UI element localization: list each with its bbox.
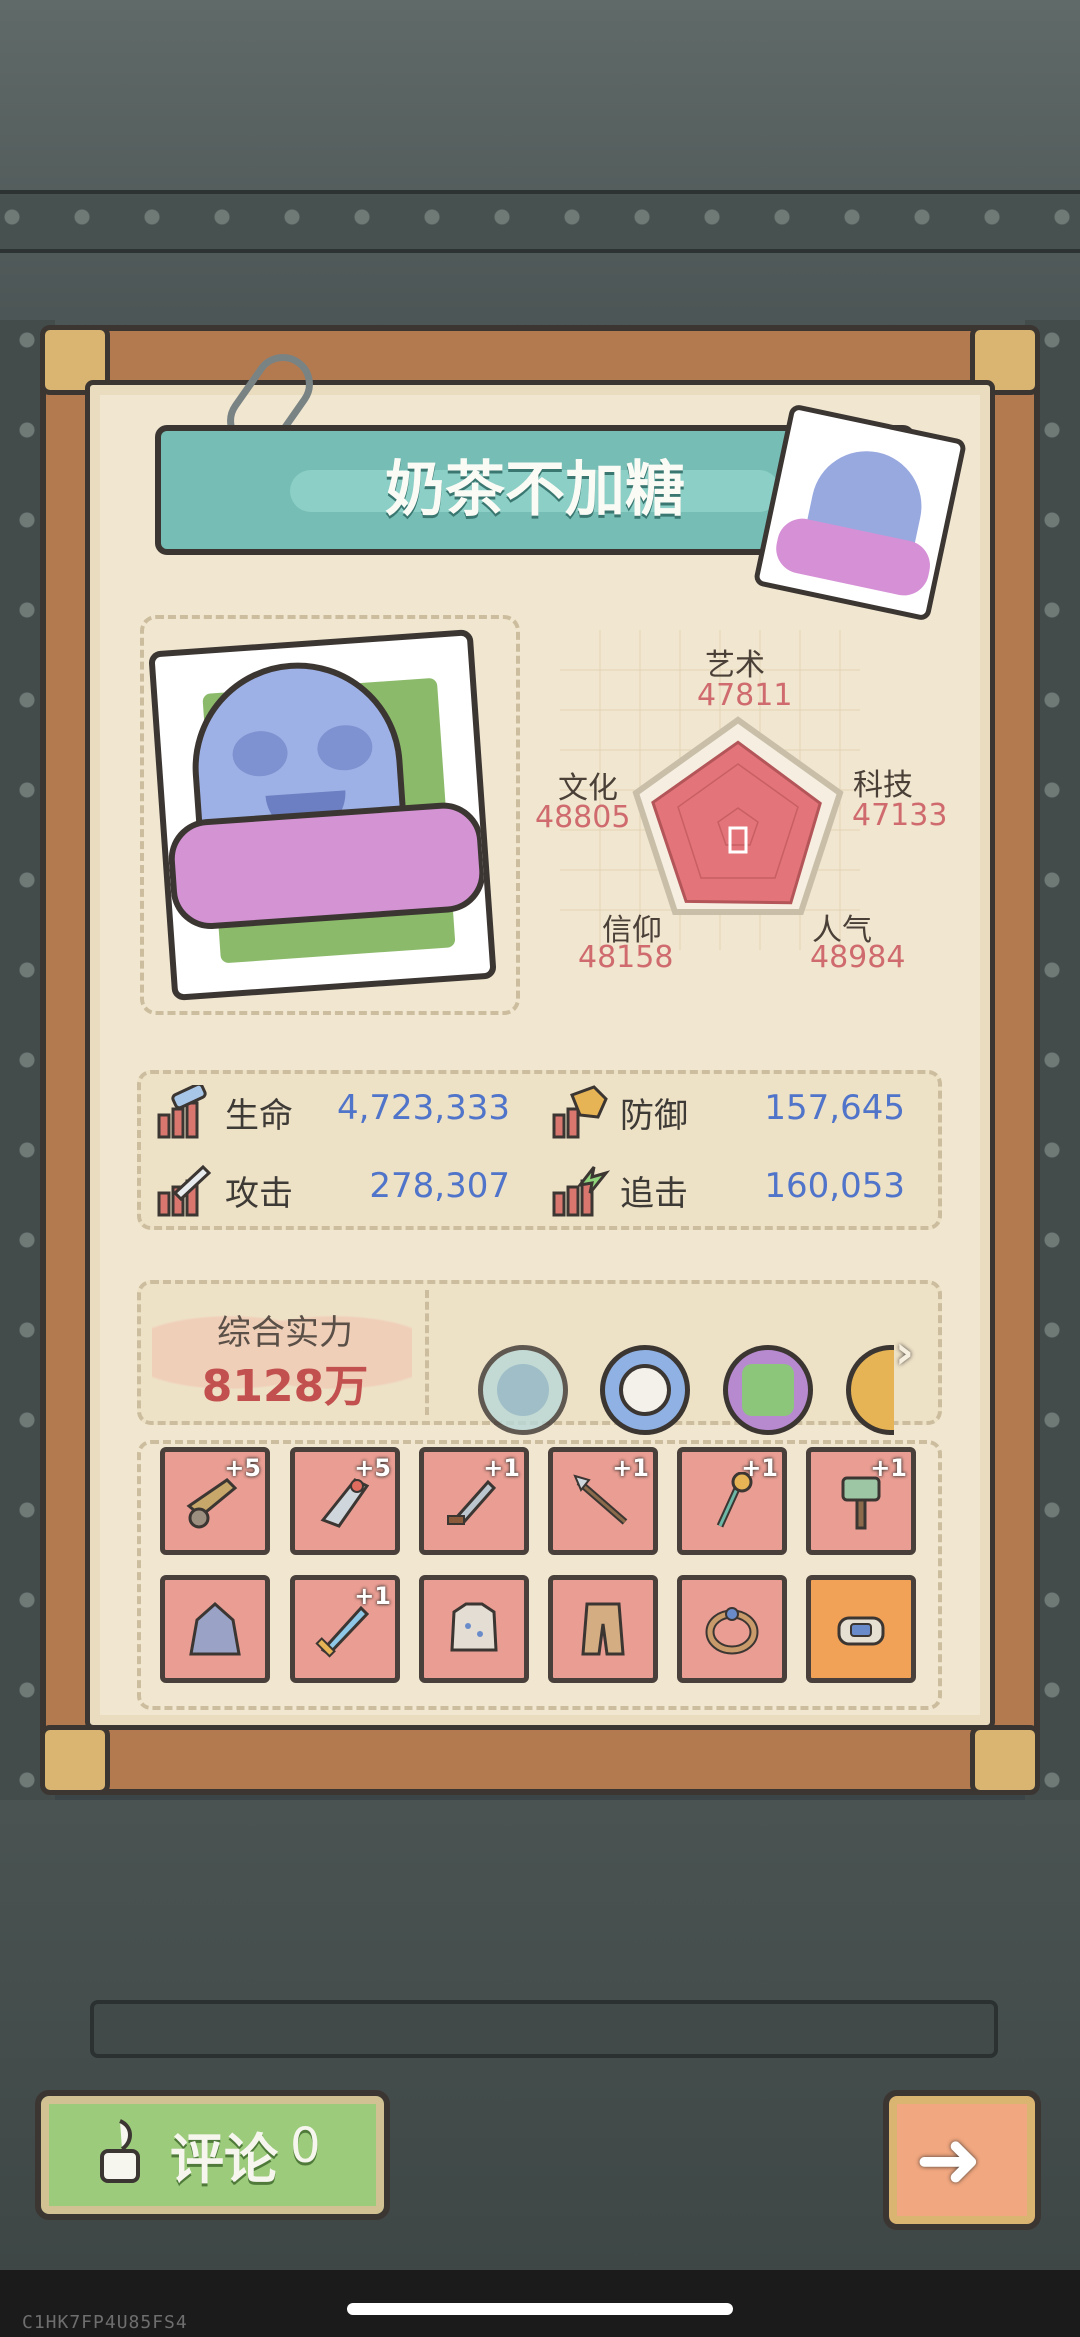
radar-value-culture: 48805 [535,800,631,835]
arrow-right-icon: ➜ [915,2113,983,2206]
stat-attack: 攻击 278,307 [155,1158,510,1218]
watermark: C1HK7FP4U85FS4 [22,2312,188,2333]
background-rivets [0,205,1080,229]
comment-label: 评论 [170,2128,278,2191]
power-value: 8128万 [201,1361,369,1412]
cloak-icon [189,1601,241,1656]
shield-icon [552,1085,608,1139]
badge-dragon[interactable] [478,1345,568,1435]
equip-slot[interactable]: +1 [548,1447,658,1555]
equip-slot[interactable] [548,1575,658,1683]
radar-value-faith: 48158 [578,940,674,975]
equip-slot[interactable]: +1 [419,1447,529,1555]
stat-label: 防御 [620,1096,688,1136]
stat-label: 生命 [225,1096,293,1136]
radar-value-tech: 47133 [852,798,948,833]
equip-slot[interactable] [419,1575,529,1683]
divider [425,1290,433,1415]
stat-chase: 追击 160,053 [550,1158,905,1218]
dragon-icon [497,1364,549,1416]
upgrade-level: +1 [612,1454,649,1482]
equip-slot[interactable] [160,1575,270,1683]
stat-label: 攻击 [225,1174,293,1214]
equip-slot[interactable] [806,1575,916,1683]
stat-value: 160,053 [764,1166,905,1206]
equip-slot[interactable] [677,1575,787,1683]
stat-defense: 防御 157,645 [550,1080,905,1140]
ghost-blanket [166,799,489,932]
ghost-eye [231,729,290,779]
character-portrait[interactable] [148,629,497,1001]
equip-slot[interactable]: +1 [806,1447,916,1555]
radar-value-art: 47811 [697,678,793,713]
stat-value: 278,307 [369,1166,510,1206]
badge-device[interactable] [723,1345,813,1435]
equip-slot[interactable]: +5 [290,1447,400,1555]
stat-hp: 生命 4,723,333 [155,1080,510,1140]
armor-icon [450,1602,498,1652]
corner-bracket [970,1725,1040,1795]
bottom-rail [90,2000,998,2058]
device-icon [742,1364,794,1416]
upgrade-level: +1 [741,1454,778,1482]
upgrade-level: +1 [483,1454,520,1482]
stat-label: 追击 [620,1174,688,1214]
hp-icon [157,1085,207,1139]
badge-monster[interactable] [600,1345,690,1435]
stat-value: 157,645 [764,1088,905,1128]
upgrade-level: +5 [354,1454,391,1482]
sword-icon [157,1164,212,1217]
home-indicator[interactable] [347,2303,733,2315]
quill-icon [100,2119,140,2183]
bracelet-icon [837,1616,885,1646]
equip-slot[interactable]: +1 [677,1447,787,1555]
comment-count: 0 [290,2118,321,2174]
upgrade-level: +5 [224,1454,261,1482]
monster-icon [619,1364,671,1416]
ring-icon [705,1607,759,1655]
upgrade-level: +1 [354,1582,391,1610]
power-label: 综合实力 [217,1313,353,1353]
pants-icon [581,1602,625,1656]
chevron-right-icon[interactable]: › [895,1325,914,1379]
upgrade-level: +1 [870,1454,907,1482]
lightning-icon [552,1166,611,1217]
radar-value-popularity: 48984 [810,940,906,975]
ghost-eye [315,723,374,773]
background-shelf [0,0,1080,330]
avatar[interactable] [752,403,968,622]
equip-slot[interactable]: +5 [160,1447,270,1555]
stat-value: 4,723,333 [336,1088,510,1128]
equip-slot[interactable]: +1 [290,1575,400,1683]
corner-bracket [40,1725,110,1795]
